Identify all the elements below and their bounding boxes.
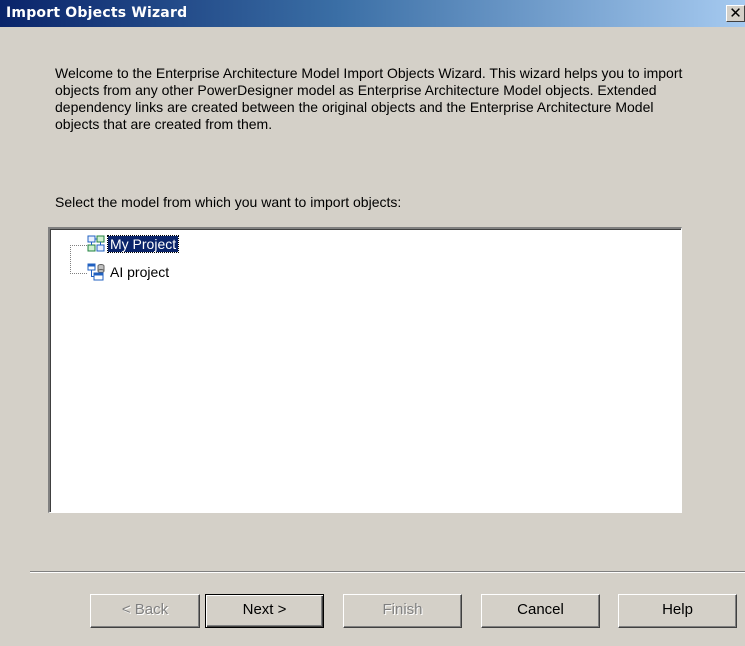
close-button[interactable]: ✕ [726,5,745,22]
tree-item-my-project[interactable]: My Project [87,235,180,253]
button-separator [30,571,745,573]
window-title: Import Objects Wizard [6,5,188,21]
database-model-icon [87,263,105,281]
finish-button[interactable]: Finish [343,594,462,628]
model-tree[interactable]: My Project AI project [48,227,682,513]
select-model-label: Select the model from which you want to … [55,194,402,210]
intro-text: Welcome to the Enterprise Architecture M… [55,65,683,132]
next-button[interactable]: Next > [205,594,324,628]
tree-item-label: My Project [106,235,180,253]
cancel-button[interactable]: Cancel [481,594,600,628]
project-model-icon [87,235,105,252]
help-button[interactable]: Help [618,594,737,628]
title-bar[interactable]: Import Objects Wizard ✕ [0,0,745,27]
tree-item-label: AI project [110,264,170,280]
tree-item-ai-project[interactable]: AI project [87,263,171,281]
close-icon: ✕ [729,4,742,22]
back-button[interactable]: < Back [90,594,200,628]
import-wizard-window: Import Objects Wizard ✕ Welcome to the E… [0,0,745,646]
